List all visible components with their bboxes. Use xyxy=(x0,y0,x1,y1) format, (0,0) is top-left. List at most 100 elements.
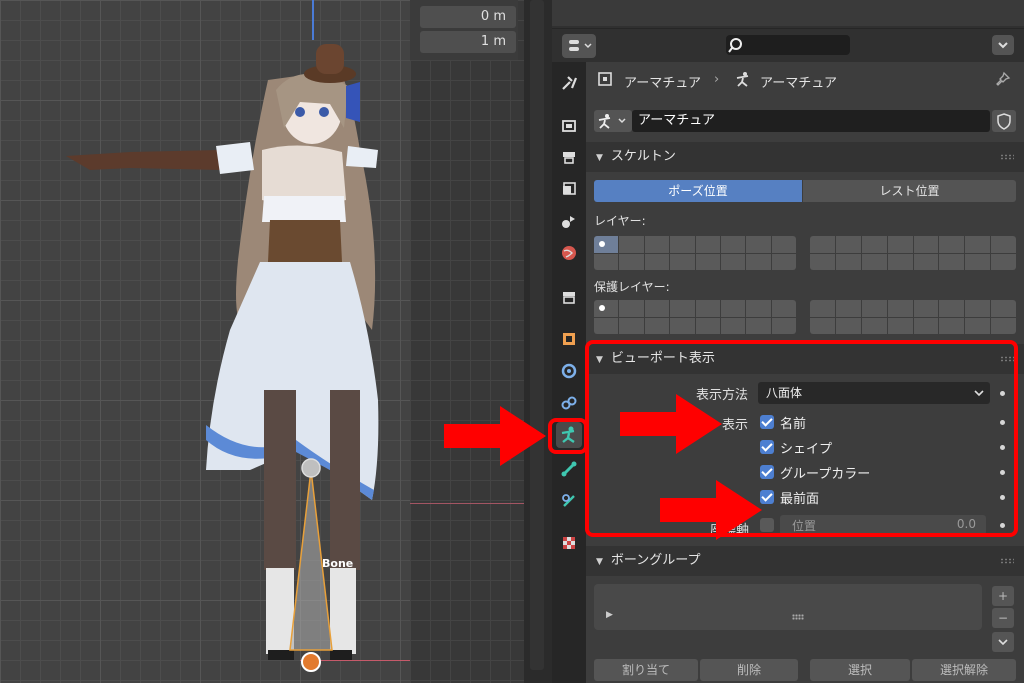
dress-top xyxy=(262,196,346,222)
character-model[interactable] xyxy=(0,0,410,683)
deselect-button[interactable]: 選択解除 xyxy=(912,659,1016,681)
drag-handle[interactable] xyxy=(1000,558,1014,564)
left-glove-cuff xyxy=(216,142,254,174)
collapse-triangle-icon: ▼ xyxy=(596,557,603,567)
protected-layer-grid-left[interactable] xyxy=(594,300,796,334)
constraints-icon xyxy=(561,396,577,410)
bone-groups-panel-header[interactable]: ▼ ボーングループ xyxy=(586,546,1024,576)
render-icon xyxy=(562,120,576,132)
search-input[interactable] xyxy=(726,35,850,55)
x-axis-line-2 xyxy=(410,503,524,504)
left-eye xyxy=(295,107,305,117)
annotation-arrow-right-icon xyxy=(660,480,762,540)
fake-user-button[interactable] xyxy=(992,110,1016,132)
corset xyxy=(268,220,342,262)
region-divider xyxy=(524,0,552,683)
breadcrumb-separator: › xyxy=(714,72,720,87)
3d-cursor-icon xyxy=(301,652,321,672)
datablock-browse-button[interactable] xyxy=(594,110,632,132)
protected-layers-label: 保護レイヤー: xyxy=(594,280,670,294)
pin-icon[interactable] xyxy=(994,70,1012,88)
breadcrumb-data: アーマチュア xyxy=(760,76,837,91)
options-dropdown-button[interactable] xyxy=(992,35,1014,55)
tab-bone-constraints[interactable] xyxy=(556,488,582,514)
view-layer-icon xyxy=(563,182,576,195)
output-icon xyxy=(563,152,575,164)
tab-collection[interactable] xyxy=(556,284,582,310)
armature-icon xyxy=(736,72,749,87)
armature-icon xyxy=(598,114,626,129)
chevron-down-icon xyxy=(998,42,1008,49)
pose-position-button[interactable]: ポーズ位置 xyxy=(594,180,802,202)
location-readout-1[interactable]: 1 m xyxy=(420,31,516,53)
skeleton-panel-title: スケルトン xyxy=(610,149,676,164)
skeleton-panel-header[interactable]: ▼ スケルトン xyxy=(586,142,1024,172)
object-data-icon xyxy=(598,72,612,86)
bone-head xyxy=(301,458,321,478)
tab-bone[interactable] xyxy=(556,456,582,482)
chevron-down-icon xyxy=(998,639,1008,646)
left-arm xyxy=(66,150,236,170)
right-arm xyxy=(346,146,378,168)
annotation-arrow-right-icon xyxy=(620,394,722,454)
hat-ribbon xyxy=(346,82,360,122)
bone-group-list[interactable]: ▶ xyxy=(594,584,982,630)
editor-type-button[interactable] xyxy=(562,34,596,58)
annotation-highlight-armature-tab xyxy=(548,418,588,454)
viewport-sidebar: 0 m 1 m xyxy=(410,0,524,683)
rest-position-button[interactable]: レスト位置 xyxy=(803,180,1016,202)
left-boot xyxy=(266,568,294,654)
tab-object[interactable] xyxy=(556,326,582,352)
annotation-arrow-right-icon xyxy=(444,406,546,466)
world-icon xyxy=(562,246,576,260)
assign-button[interactable]: 割り当て xyxy=(594,659,698,681)
tab-render[interactable] xyxy=(556,112,582,138)
remove-button[interactable]: 削除 xyxy=(700,659,798,681)
object-icon xyxy=(563,333,575,345)
modifiers-icon xyxy=(561,363,577,379)
hat-crown xyxy=(316,44,344,74)
right-boot xyxy=(330,568,356,654)
datablock-name-field[interactable]: アーマチュア xyxy=(632,110,990,132)
collection-icon xyxy=(563,292,575,304)
expand-triangle-icon[interactable]: ▶ xyxy=(606,610,613,620)
layers-label: レイヤー: xyxy=(594,214,646,228)
right-leg xyxy=(330,390,360,570)
right-shoe xyxy=(330,650,352,660)
resize-handle[interactable] xyxy=(792,614,804,620)
layer-grid-right[interactable] xyxy=(810,236,1016,270)
bone-constraint-icon xyxy=(562,494,575,507)
remove-bone-group-button[interactable]: − xyxy=(992,608,1014,628)
collapse-triangle-icon: ▼ xyxy=(596,153,603,163)
drag-handle[interactable] xyxy=(1000,154,1014,160)
layer-grid-left[interactable] xyxy=(594,236,796,270)
left-shoe xyxy=(268,650,294,660)
tab-output[interactable] xyxy=(556,144,582,170)
shield-icon xyxy=(997,113,1011,130)
bone-group-specials-button[interactable] xyxy=(992,632,1014,652)
protected-layer-grid-right[interactable] xyxy=(810,300,1016,334)
left-leg xyxy=(264,390,296,570)
add-bone-group-button[interactable]: + xyxy=(992,586,1014,606)
location-readout-0[interactable]: 0 m xyxy=(420,6,516,28)
tab-constraints[interactable] xyxy=(556,390,582,416)
scene-icon xyxy=(562,216,575,228)
properties-tabs xyxy=(552,62,586,683)
right-eye xyxy=(319,107,329,117)
select-button[interactable]: 選択 xyxy=(810,659,910,681)
top-band xyxy=(552,0,1024,26)
3d-viewport[interactable]: Bone xyxy=(0,0,410,683)
tab-scene[interactable] xyxy=(556,208,582,234)
tab-modifiers[interactable] xyxy=(556,358,582,384)
tab-tool[interactable] xyxy=(556,70,582,96)
breadcrumb-object: アーマチュア xyxy=(624,76,701,91)
tab-world[interactable] xyxy=(556,240,582,266)
bone-name-label: Bone xyxy=(322,557,354,570)
tab-texture[interactable] xyxy=(556,530,582,556)
bone-icon xyxy=(561,461,577,477)
properties-header xyxy=(552,28,1024,63)
tool-icon xyxy=(562,76,578,90)
scrollbar[interactable] xyxy=(530,0,544,670)
tab-view-layer[interactable] xyxy=(556,176,582,202)
properties-editor-icon xyxy=(569,40,592,51)
